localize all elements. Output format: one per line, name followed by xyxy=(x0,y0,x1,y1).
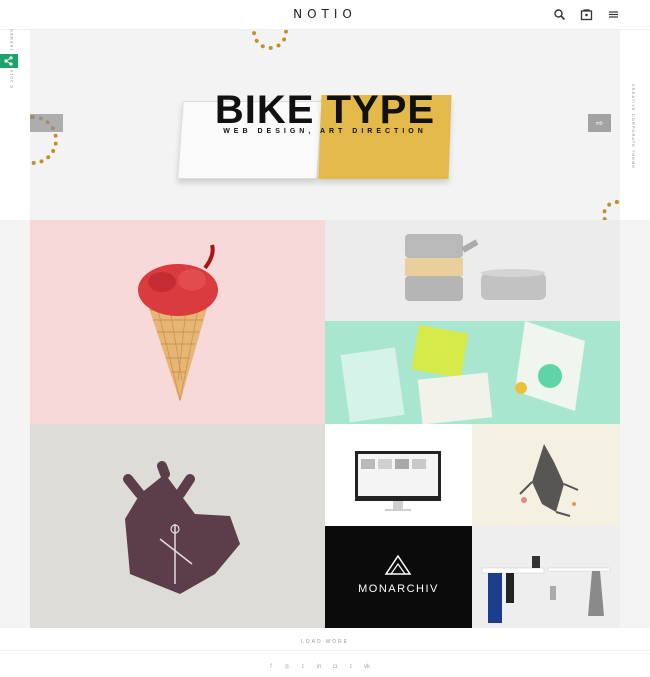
clothes-rack-illustration xyxy=(481,556,611,623)
social-links: f ◎ t in ◘ t vk xyxy=(268,664,370,670)
monarchiv-title: MONARCHIV xyxy=(358,583,439,595)
site-header: NOTIO xyxy=(0,0,650,30)
instagram-icon[interactable]: ◘ xyxy=(332,664,338,670)
portfolio-item-art[interactable] xyxy=(472,424,620,526)
dribbble-icon[interactable]: ◎ xyxy=(284,664,290,670)
portfolio-item-pots[interactable] xyxy=(325,220,620,321)
hero-title[interactable]: BIKE TYPE xyxy=(30,88,620,133)
portfolio-item-website[interactable] xyxy=(325,424,472,526)
portfolio-item-icecream[interactable] xyxy=(30,220,325,424)
icecream-illustration xyxy=(138,244,218,402)
search-icon[interactable] xyxy=(553,8,566,21)
cart-icon[interactable] xyxy=(580,8,593,21)
tagline-text: CREATIVE CORPORATE THEME xyxy=(631,84,636,169)
left-side-panel xyxy=(0,30,30,220)
branding-illustration xyxy=(340,321,585,424)
portfolio-item-hand[interactable] xyxy=(30,424,325,628)
hero-subtitle: WEB DESIGN, ART DIRECTION xyxy=(223,128,427,135)
ink-art-illustration xyxy=(519,444,579,517)
twitter-icon[interactable]: t xyxy=(300,664,306,670)
facebook-icon[interactable]: f xyxy=(268,664,274,670)
portfolio-item-branding[interactable] xyxy=(325,321,620,424)
gear-decoration xyxy=(602,200,620,220)
hand-illustration xyxy=(123,461,240,594)
next-slide-button[interactable]: ⇨ xyxy=(588,114,611,132)
monitor-illustration xyxy=(355,451,441,511)
linkedin-icon[interactable]: in xyxy=(316,664,322,670)
pots-illustration xyxy=(405,234,546,301)
tumblr-icon[interactable]: t xyxy=(348,664,354,670)
load-more-button[interactable]: LOAD MORE xyxy=(0,639,650,645)
copyright-text: © 2015 FUEL THEMES xyxy=(9,28,14,88)
prev-slide-button[interactable] xyxy=(30,114,63,132)
header-icons xyxy=(553,8,620,21)
portfolio-item-rack[interactable] xyxy=(472,526,620,628)
monarchiv-logo xyxy=(384,554,412,575)
vk-icon[interactable]: vk xyxy=(364,664,370,670)
gear-decoration xyxy=(252,30,288,50)
hero-slider: BIKE TYPE WEB DESIGN, ART DIRECTION ⇨ xyxy=(30,30,620,220)
portfolio-item-monarchiv[interactable]: MONARCHIV xyxy=(325,526,472,628)
menu-icon[interactable] xyxy=(607,8,620,21)
